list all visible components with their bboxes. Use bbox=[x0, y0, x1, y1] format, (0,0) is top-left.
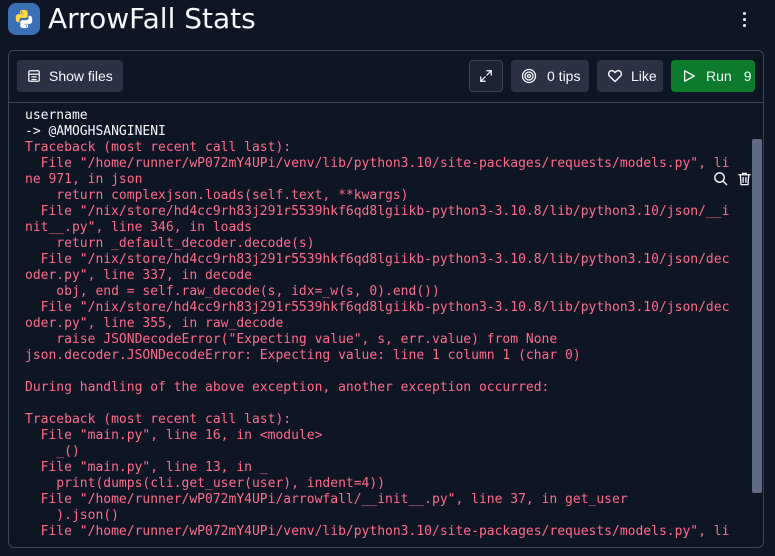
run-label: Run bbox=[706, 68, 732, 84]
console-line: nit__.py", line 346, in loads bbox=[25, 220, 252, 235]
tips-button[interactable]: 0 tips bbox=[511, 60, 589, 92]
like-label: Like bbox=[631, 68, 657, 84]
expand-button[interactable] bbox=[469, 60, 503, 92]
console-line: File "/home/runner/wP072mY4UPi/venv/lib/… bbox=[25, 524, 730, 539]
console-line: json.decoder.JSONDecodeError: Expecting … bbox=[25, 348, 581, 363]
console-line: -> @AMOGHSANGINENI bbox=[25, 124, 166, 139]
console-line: ).json() bbox=[25, 508, 119, 523]
tips-icon bbox=[521, 68, 537, 84]
files-icon bbox=[28, 70, 40, 82]
console-lines: username -> @AMOGHSANGINENI Traceback (mos… bbox=[25, 108, 751, 540]
scrollbar-thumb[interactable] bbox=[752, 139, 762, 493]
console-line: raise JSONDecodeError("Expecting value",… bbox=[25, 332, 558, 347]
tips-label: 0 tips bbox=[547, 68, 581, 84]
console-line: _() bbox=[25, 444, 80, 459]
console-tools bbox=[711, 169, 755, 189]
console-line: oder.py", line 355, in raw_decode bbox=[25, 316, 284, 331]
console-line: ne 971, in json bbox=[25, 172, 143, 187]
more-options-icon[interactable] bbox=[733, 8, 755, 30]
run-count: 9 bbox=[743, 68, 752, 84]
play-icon bbox=[683, 70, 695, 82]
console-line: return _default_decoder.decode(s) bbox=[25, 236, 315, 251]
console-line: File "/nix/store/hd4cc9rh83j291r5539hkf6… bbox=[25, 204, 730, 219]
console-output[interactable]: username -> @AMOGHSANGINENI Traceback (mos… bbox=[9, 103, 763, 547]
console-line: username bbox=[25, 108, 88, 123]
show-files-label: Show files bbox=[49, 68, 113, 84]
run-button[interactable]: Run 9 bbox=[671, 60, 755, 92]
console-line: File "/nix/store/hd4cc9rh83j291r5539hkf6… bbox=[25, 300, 730, 315]
console-line: print(dumps(cli.get_user(user), indent=4… bbox=[25, 476, 386, 491]
console-line: During handling of the above exception, … bbox=[25, 380, 550, 395]
expand-icon bbox=[480, 70, 492, 82]
repl-panel: Show files 0 tips Like Run 9 username ->… bbox=[8, 50, 764, 548]
console-line: oder.py", line 337, in decode bbox=[25, 268, 252, 283]
header-bar: ArrowFall Stats bbox=[0, 0, 775, 40]
console-line: Traceback (most recent call last): bbox=[25, 412, 292, 427]
like-button[interactable]: Like bbox=[597, 60, 663, 92]
console-line: File "/nix/store/hd4cc9rh83j291r5539hkf6… bbox=[25, 252, 730, 267]
show-files-button[interactable]: Show files bbox=[17, 60, 123, 92]
console-line: Traceback (most recent call last): bbox=[25, 140, 292, 155]
app-title: ArrowFall Stats bbox=[48, 2, 256, 35]
search-icon[interactable] bbox=[711, 169, 729, 187]
console-line: obj, end = self.raw_decode(s, idx=_w(s, … bbox=[25, 284, 440, 299]
toolbar: Show files 0 tips Like Run 9 bbox=[9, 51, 763, 103]
console-line: File "/home/runner/wP072mY4UPi/venv/lib/… bbox=[25, 156, 730, 171]
heart-icon bbox=[607, 69, 623, 83]
console-scrollbar[interactable] bbox=[751, 139, 763, 493]
console-line: File "main.py", line 13, in _ bbox=[25, 460, 268, 475]
python-icon bbox=[8, 3, 40, 35]
console-line: File "/home/runner/wP072mY4UPi/arrowfall… bbox=[25, 492, 628, 507]
console-line: return complexjson.loads(self.text, **kw… bbox=[25, 188, 409, 203]
console-line: File "main.py", line 16, in <module> bbox=[25, 428, 323, 443]
